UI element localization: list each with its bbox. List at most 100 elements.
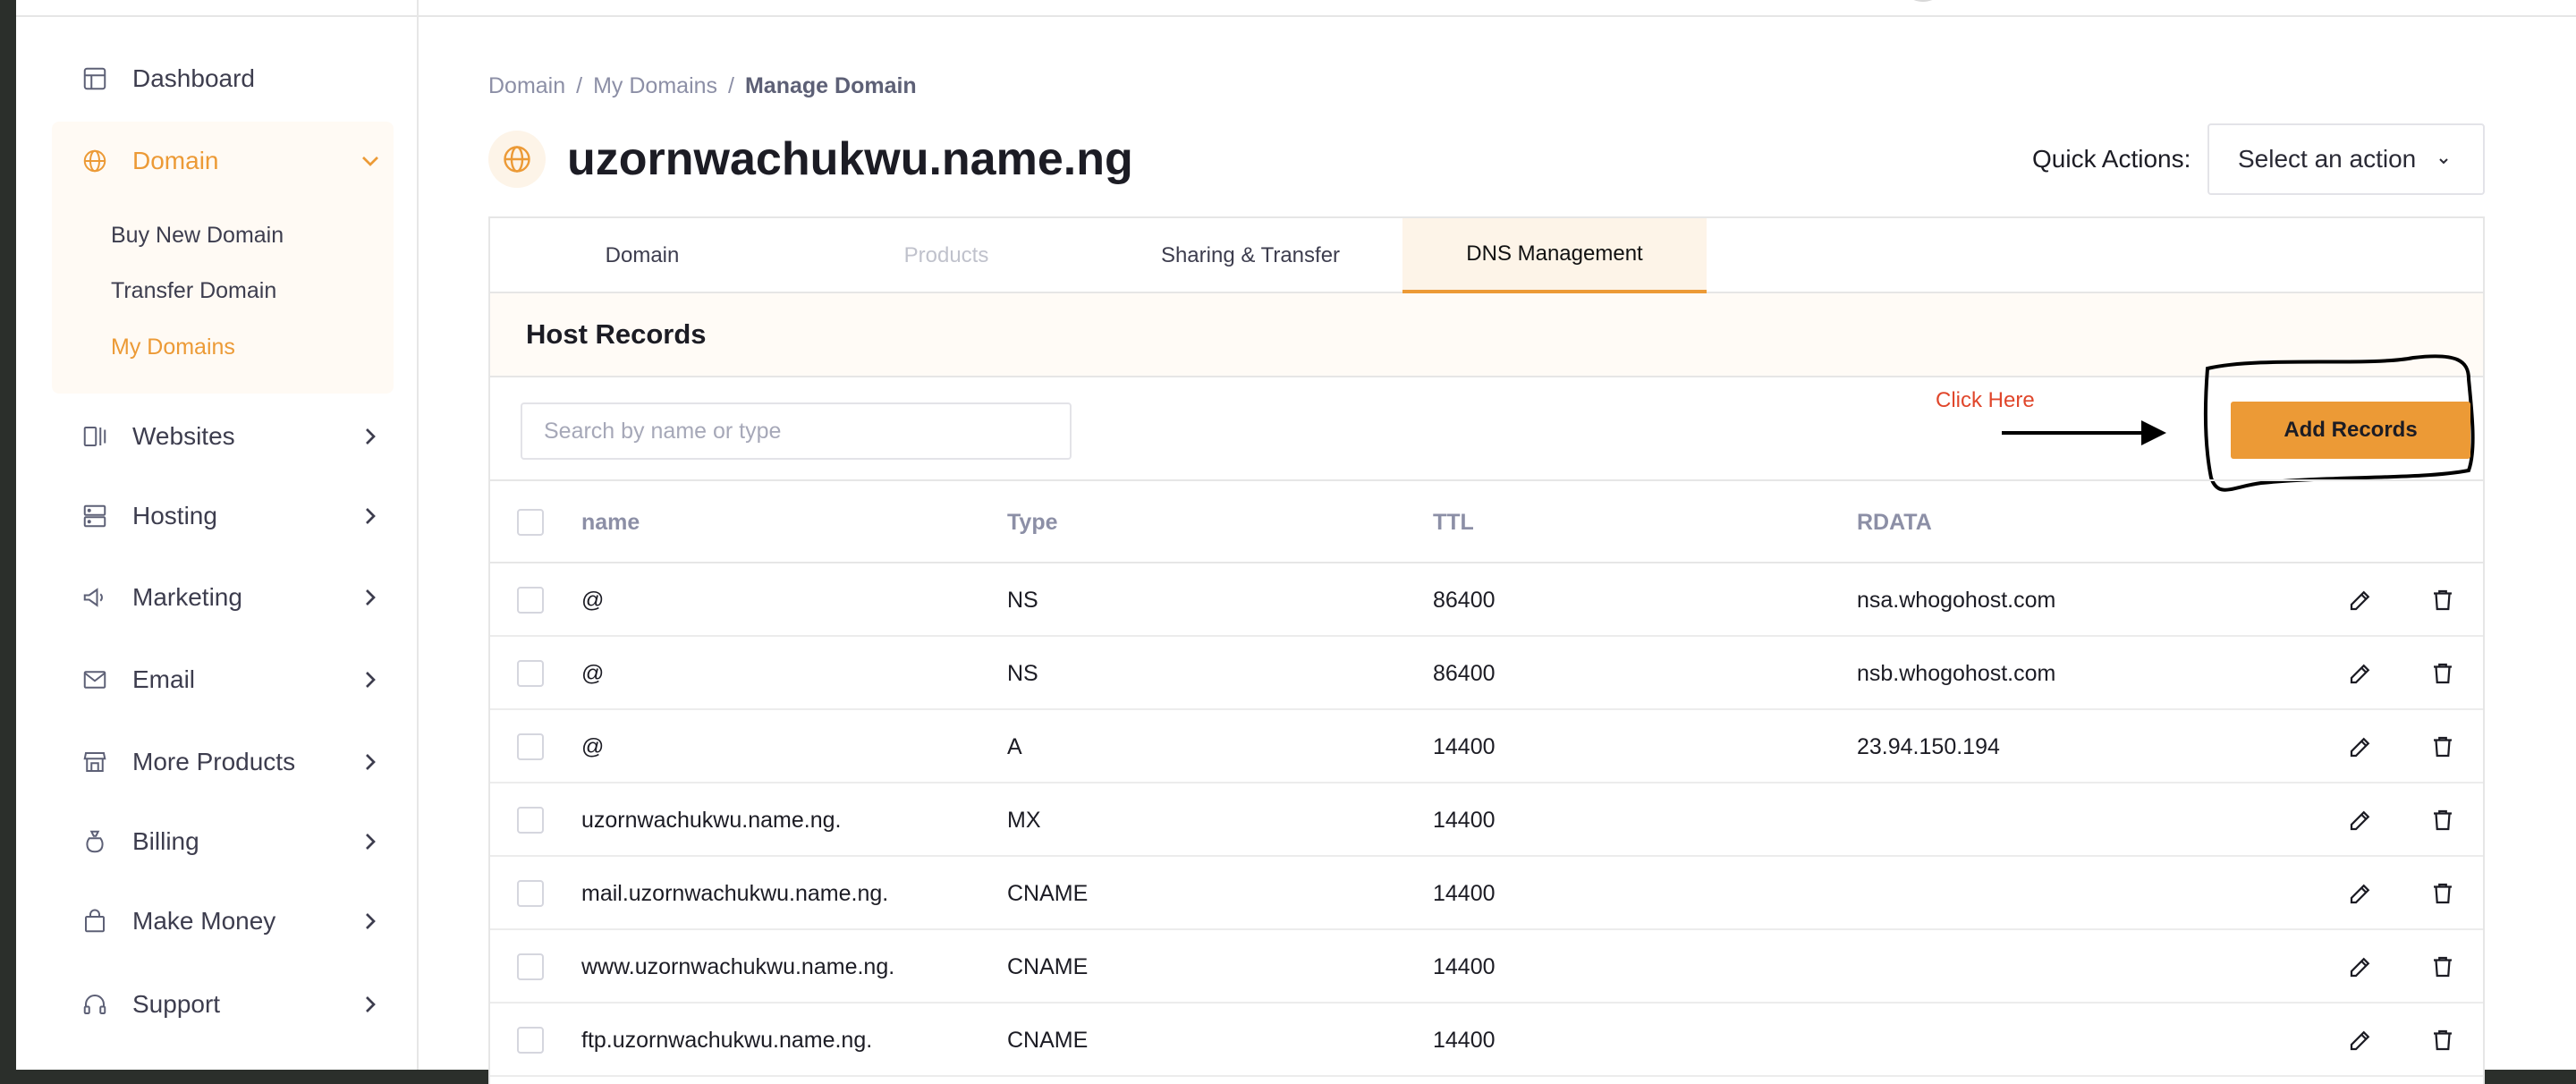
row-checkbox[interactable] bbox=[517, 587, 544, 614]
domain-panel: Domain Products Sharing & Transfer DNS M… bbox=[488, 216, 2485, 1084]
edit-icon[interactable] bbox=[2345, 732, 2376, 762]
breadcrumb-separator: / bbox=[576, 72, 583, 98]
sidebar-item-websites[interactable]: Websites bbox=[80, 410, 385, 463]
table-row: @ NS 86400 nsa.whogohost.com bbox=[490, 563, 2483, 637]
sidebar-item-label: Dashboard bbox=[132, 64, 255, 92]
record-name: @ bbox=[581, 587, 605, 613]
breadcrumb-current: Manage Domain bbox=[744, 72, 917, 98]
app-window: Dashboard Domain Buy New Domain Transfer… bbox=[16, 0, 2576, 1084]
dashboard-icon bbox=[80, 64, 109, 93]
sidebar-sub-transfer-domain[interactable]: Transfer Domain bbox=[111, 273, 276, 309]
sidebar-item-make-money[interactable]: Make Money bbox=[80, 894, 385, 948]
trash-icon[interactable] bbox=[2428, 658, 2458, 689]
shopping-bag-icon bbox=[80, 907, 109, 936]
chevron-right-icon bbox=[366, 428, 376, 445]
chevron-down-icon bbox=[2439, 158, 2448, 165]
sidebar-item-label: Billing bbox=[132, 827, 199, 855]
record-type: MX bbox=[1007, 807, 1041, 833]
record-ttl: 14400 bbox=[1433, 1027, 1496, 1053]
server-icon bbox=[80, 502, 109, 530]
sidebar-item-support[interactable]: Support bbox=[80, 978, 385, 1031]
record-type: CNAME bbox=[1007, 1027, 1089, 1053]
record-type: A bbox=[1007, 733, 1022, 759]
trash-icon[interactable] bbox=[2428, 1025, 2458, 1055]
record-ttl: 14400 bbox=[1433, 733, 1496, 759]
trash-icon[interactable] bbox=[2428, 878, 2458, 909]
avatar[interactable] bbox=[1898, 0, 1948, 2]
store-icon bbox=[80, 748, 109, 776]
chevron-right-icon bbox=[366, 754, 376, 770]
tab-domain[interactable]: Domain bbox=[490, 218, 794, 293]
sidebar-item-domain[interactable]: Domain bbox=[80, 134, 385, 188]
breadcrumb: Domain / My Domains / Manage Domain bbox=[488, 70, 917, 102]
trash-icon[interactable] bbox=[2428, 952, 2458, 982]
tab-sharing-transfer[interactable]: Sharing & Transfer bbox=[1098, 218, 1402, 293]
record-name: @ bbox=[581, 733, 605, 759]
sidebar-item-label: Marketing bbox=[132, 583, 242, 611]
sidebar-sub-my-domains[interactable]: My Domains bbox=[111, 329, 235, 365]
sidebar-sub-buy-new-domain[interactable]: Buy New Domain bbox=[111, 217, 284, 253]
sidebar-item-dashboard[interactable]: Dashboard bbox=[80, 52, 385, 106]
record-ttl: 86400 bbox=[1433, 587, 1496, 613]
select-all-checkbox[interactable] bbox=[517, 509, 544, 536]
row-checkbox[interactable] bbox=[517, 733, 544, 760]
column-type[interactable]: Type bbox=[1007, 481, 1058, 563]
sidebar-item-label: More Products bbox=[132, 748, 296, 775]
edit-icon[interactable] bbox=[2345, 878, 2376, 909]
breadcrumb-domain[interactable]: Domain bbox=[488, 73, 565, 99]
sidebar-item-marketing[interactable]: Marketing bbox=[80, 571, 385, 624]
sidebar-item-more-products[interactable]: More Products bbox=[80, 735, 385, 789]
row-checkbox[interactable] bbox=[517, 1027, 544, 1054]
chevron-right-icon bbox=[366, 508, 376, 524]
edit-icon[interactable] bbox=[2345, 952, 2376, 982]
table-row: ftp.uzornwachukwu.name.ng. CNAME 14400 bbox=[490, 1004, 2483, 1077]
column-name[interactable]: name bbox=[581, 481, 640, 563]
column-rdata[interactable]: RDATA bbox=[1857, 481, 1932, 563]
record-rdata: nsa.whogohost.com bbox=[1857, 587, 2056, 613]
record-ttl: 14400 bbox=[1433, 807, 1496, 833]
topbar-divider bbox=[16, 15, 2576, 17]
globe-icon bbox=[488, 131, 546, 188]
chevron-right-icon bbox=[366, 913, 376, 929]
add-records-button[interactable]: Add Records bbox=[2231, 402, 2470, 459]
record-ttl: 14400 bbox=[1433, 953, 1496, 979]
table-header: name Type TTL RDATA bbox=[490, 481, 2483, 563]
record-name: www.uzornwachukwu.name.ng. bbox=[581, 953, 895, 979]
record-name: ftp.uzornwachukwu.name.ng. bbox=[581, 1027, 873, 1053]
row-checkbox[interactable] bbox=[517, 880, 544, 907]
headset-icon bbox=[80, 990, 109, 1019]
trash-icon[interactable] bbox=[2428, 585, 2458, 615]
search-input[interactable] bbox=[521, 402, 1072, 460]
sidebar-item-billing[interactable]: Billing bbox=[80, 815, 385, 868]
edit-icon[interactable] bbox=[2345, 805, 2376, 835]
trash-icon[interactable] bbox=[2428, 732, 2458, 762]
trash-icon[interactable] bbox=[2428, 805, 2458, 835]
tab-dns-management[interactable]: DNS Management bbox=[1402, 218, 1707, 293]
tab-products[interactable]: Products bbox=[794, 218, 1098, 293]
sidebar-item-email[interactable]: Email bbox=[80, 653, 385, 707]
row-checkbox[interactable] bbox=[517, 660, 544, 687]
chevron-right-icon bbox=[366, 672, 376, 688]
edit-icon[interactable] bbox=[2345, 1025, 2376, 1055]
edit-icon[interactable] bbox=[2345, 658, 2376, 689]
row-checkbox[interactable] bbox=[517, 953, 544, 980]
chevron-down-icon bbox=[362, 157, 378, 166]
sidebar-item-hosting[interactable]: Hosting bbox=[80, 489, 385, 543]
sidebar-item-label: Domain bbox=[132, 147, 219, 174]
globe-icon bbox=[80, 147, 109, 175]
record-name: uzornwachukwu.name.ng. bbox=[581, 807, 842, 833]
record-ttl: 14400 bbox=[1433, 880, 1496, 906]
megaphone-icon bbox=[80, 583, 109, 612]
chevron-right-icon bbox=[366, 834, 376, 850]
quick-actions-select[interactable]: Select an action bbox=[2207, 123, 2485, 195]
record-type: CNAME bbox=[1007, 880, 1089, 906]
row-checkbox[interactable] bbox=[517, 807, 544, 834]
quick-actions-label: Quick Actions: bbox=[2032, 145, 2191, 173]
column-ttl[interactable]: TTL bbox=[1433, 481, 1474, 563]
edit-icon[interactable] bbox=[2345, 585, 2376, 615]
breadcrumb-separator: / bbox=[728, 72, 734, 98]
table-row: @ A 14400 23.94.150.194 bbox=[490, 710, 2483, 783]
tab-bar: Domain Products Sharing & Transfer DNS M… bbox=[490, 218, 2483, 293]
breadcrumb-my-domains[interactable]: My Domains bbox=[593, 73, 717, 99]
record-rdata: 23.94.150.194 bbox=[1857, 733, 2000, 759]
